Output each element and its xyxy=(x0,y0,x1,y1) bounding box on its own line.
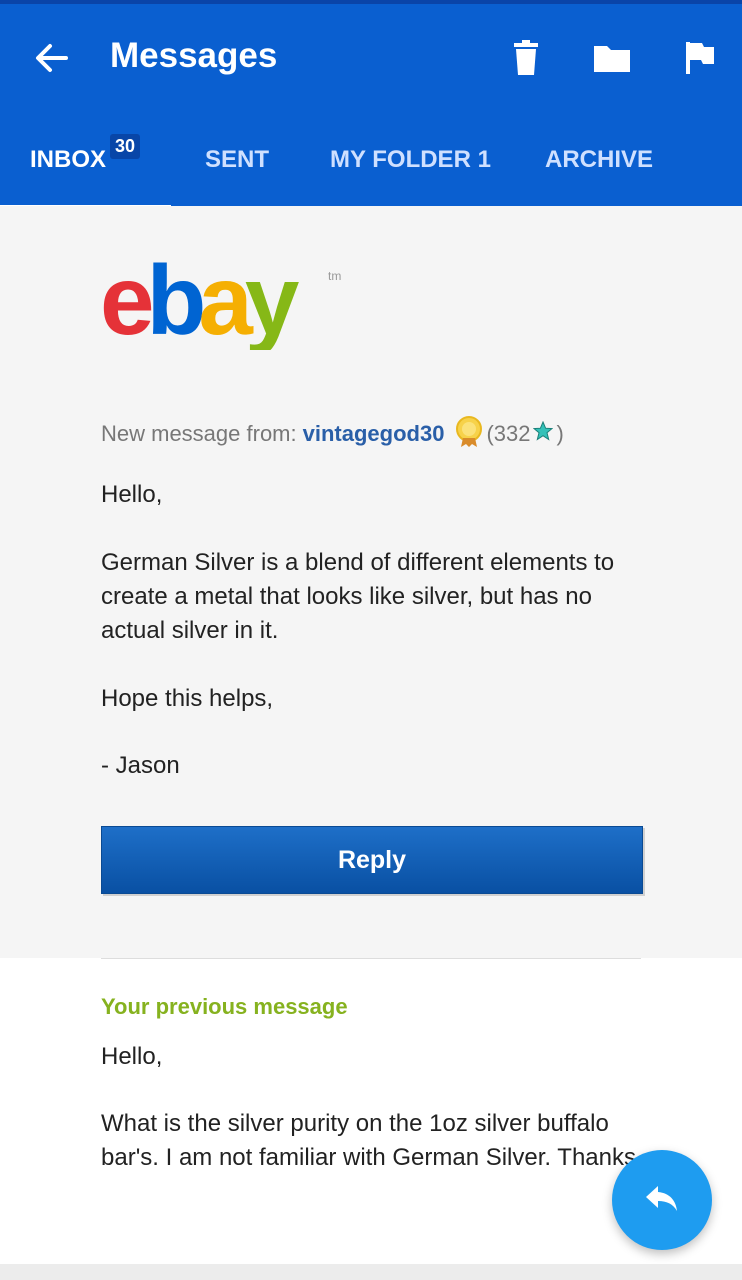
folder-tabs: INBOX 30 SENT MY FOLDER 1 ARCHIVE xyxy=(0,116,742,210)
tab-sent[interactable]: SENT xyxy=(205,146,269,174)
previous-greeting: Hello, xyxy=(101,1043,163,1070)
back-arrow-icon[interactable] xyxy=(32,38,72,78)
sender-username[interactable]: vintagegod30 xyxy=(303,421,445,447)
tab-sent-label: SENT xyxy=(205,146,270,173)
tab-my-folder-1-label: MY FOLDER 1 xyxy=(330,146,491,173)
message-signature: - Jason xyxy=(101,752,180,779)
from-label: New message from: xyxy=(101,421,297,446)
message-paragraph: German Silver is a blend of different el… xyxy=(101,549,615,644)
unread-count-badge: 30 xyxy=(110,134,141,159)
teal-star-icon xyxy=(533,420,554,447)
previous-body: What is the silver purity on the 1oz sil… xyxy=(101,1110,636,1171)
divider xyxy=(101,958,641,959)
folder-icon[interactable] xyxy=(592,38,632,78)
message-view: ebay tm New message from: vintagegod30 (… xyxy=(0,206,742,958)
toolbar: Messages xyxy=(0,4,742,116)
app-bar: Messages INBOX 30 SENT MY FOLDER 1 ARCHI… xyxy=(0,0,742,210)
tab-inbox[interactable]: INBOX xyxy=(30,146,106,174)
tab-my-folder-1[interactable]: MY FOLDER 1 xyxy=(330,146,491,174)
tab-archive-label: ARCHIVE xyxy=(545,146,654,173)
reply-button[interactable]: Reply xyxy=(101,826,643,894)
ebay-logo: ebay tm xyxy=(100,245,350,355)
reply-fab[interactable] xyxy=(612,1150,712,1250)
trash-icon[interactable] xyxy=(506,38,546,78)
previous-message-heading: Your previous message xyxy=(101,994,348,1019)
message-closing: Hope this helps, xyxy=(101,685,274,712)
message-greeting: Hello, xyxy=(101,481,163,508)
page-title: Messages xyxy=(110,36,278,75)
tab-inbox-label: INBOX xyxy=(30,146,107,173)
svg-text:ebay: ebay xyxy=(100,250,299,350)
seller-medal-icon xyxy=(452,414,486,454)
svg-text:tm: tm xyxy=(328,269,341,283)
flag-icon[interactable] xyxy=(680,38,720,78)
reply-icon xyxy=(642,1178,682,1223)
tab-archive[interactable]: ARCHIVE xyxy=(545,146,653,174)
feedback-score: (332 xyxy=(486,421,531,446)
sender-line: New message from: vintagegod30 (332 ) xyxy=(101,414,564,454)
feedback-close: ) xyxy=(556,421,564,446)
